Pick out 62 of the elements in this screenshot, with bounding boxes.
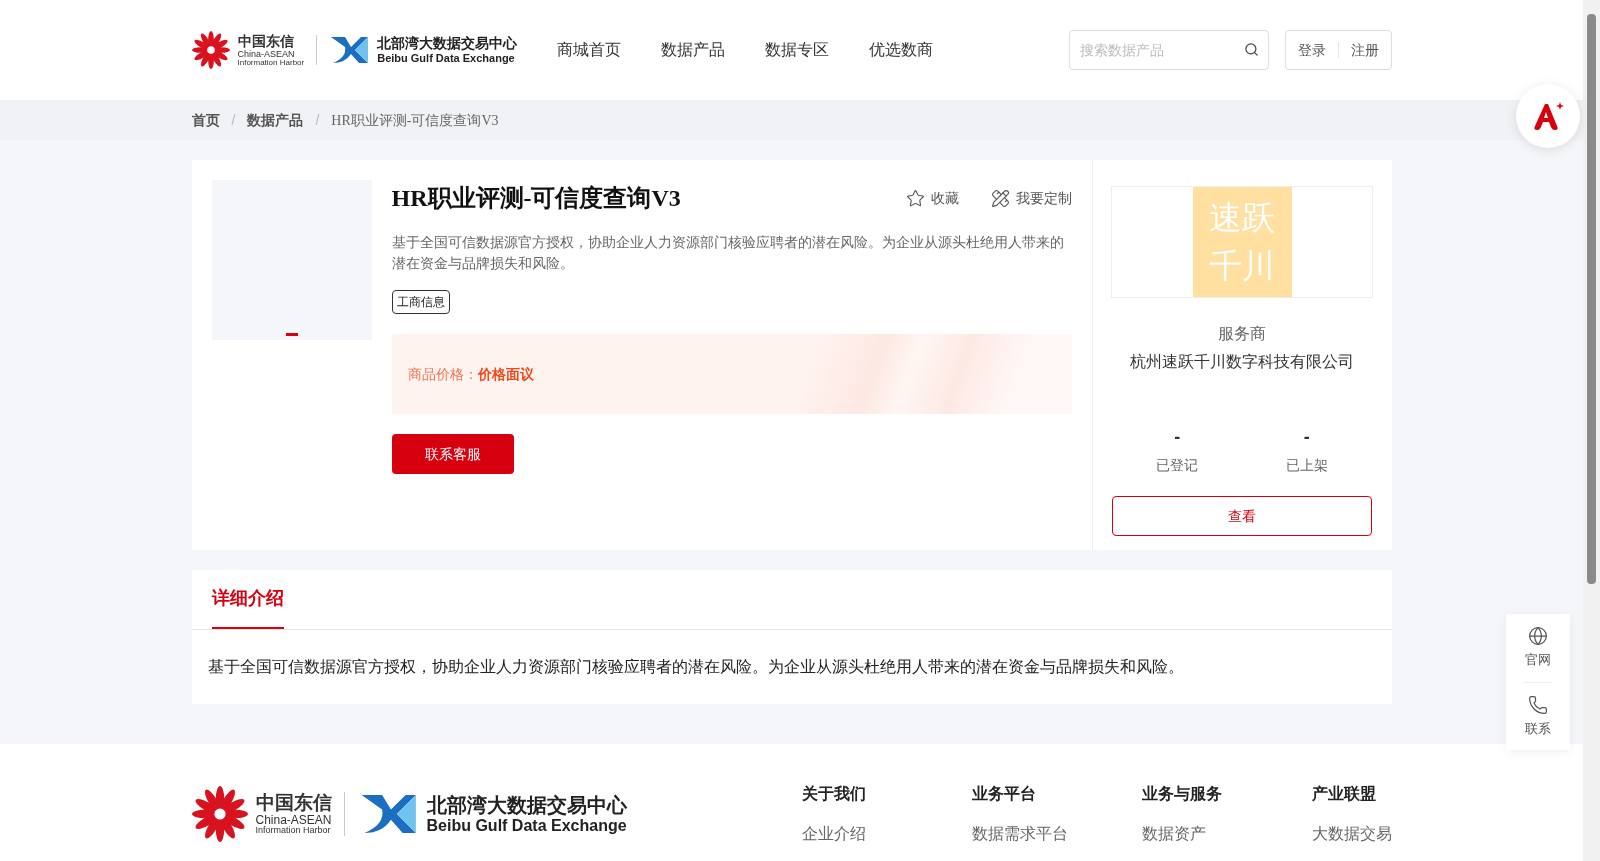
logo-text: 中国东信 — [237, 33, 295, 48]
nav-link[interactable]: 商城首页 — [557, 38, 622, 62]
login-link[interactable]: 登录 — [1297, 39, 1326, 61]
flower-logo-icon — [191, 786, 248, 842]
customize-button[interactable]: 我要定制 — [990, 187, 1072, 209]
side-tool-button[interactable]: 官网 — [1525, 626, 1551, 670]
phone-icon — [1528, 694, 1548, 715]
stat-label: 已上架 — [1285, 456, 1328, 475]
view-button[interactable]: 查看 — [1112, 496, 1372, 536]
breadcrumb-separator: / — [230, 110, 237, 130]
contact-service-button[interactable]: 联系客服 — [391, 434, 514, 474]
category-tag: 工商信息 — [391, 290, 450, 314]
logo-text: 速跃 — [1209, 197, 1275, 239]
footer-link[interactable]: 企业介绍 — [801, 822, 972, 846]
register-link[interactable]: 注册 — [1350, 39, 1379, 61]
logo-text: Beibu Gulf Data Exchange — [426, 817, 627, 834]
provider-name: 杭州速跃千川数字科技有限公司 — [1130, 352, 1354, 372]
logo-text: 中国东信 — [255, 793, 332, 812]
logo-text: China-ASEAN — [255, 814, 332, 826]
side-tool-button[interactable]: 联系 — [1525, 694, 1551, 738]
flower-logo-icon — [191, 31, 230, 69]
product-title: HR职业评测-可信度查询V3 — [391, 184, 681, 213]
logo-text: 北部湾大数据交易中心 — [426, 794, 627, 815]
footer-heading: 业务平台 — [971, 784, 1037, 804]
breadcrumb-link[interactable]: 首页 — [191, 109, 220, 131]
star-icon — [905, 188, 925, 208]
sparkle-letter-icon — [1531, 100, 1565, 132]
price-label: 商品价格： — [407, 364, 478, 384]
favorite-button[interactable]: 收藏 — [905, 187, 959, 209]
nav-link[interactable]: 数据产品 — [661, 38, 726, 62]
globe-icon — [1528, 626, 1548, 646]
logo-text: China-ASEAN — [237, 49, 296, 59]
stat-value: - — [1174, 426, 1181, 449]
detail-tab[interactable]: 详细介绍 — [211, 570, 284, 629]
footer-heading: 产业联盟 — [1311, 784, 1377, 804]
search-icon[interactable] — [1243, 42, 1259, 57]
product-description: 基于全国可信数据源官方授权，协助企业人力资源部门核验应聘者的潜在风险。为企业从源头杜绝用人带来的潜在资金与品牌损失和风险。 — [391, 233, 1065, 273]
footer-link[interactable]: 大数据交易 — [1311, 822, 1392, 846]
pencil-ruler-icon — [990, 188, 1010, 208]
provider-label: 服务商 — [1218, 324, 1266, 344]
logo-text: 千川 — [1209, 245, 1275, 287]
logo-text: 北部湾大数据交易中心 — [377, 36, 518, 50]
logo-text: Beibu Gulf Data Exchange — [377, 53, 516, 64]
breadcrumb-separator: / — [314, 110, 321, 130]
carousel-indicator[interactable] — [285, 333, 298, 336]
current-page-label: HR职业评测-可信度查询V3 — [331, 111, 499, 130]
nav-link[interactable]: 数据专区 — [765, 38, 830, 62]
footer-heading: 业务与服务 — [1141, 784, 1223, 804]
logo-text: Information Harbor — [237, 58, 305, 67]
stat-value: - — [1303, 426, 1310, 449]
footer-heading: 关于我们 — [801, 784, 867, 804]
stat-label: 已登记 — [1156, 456, 1199, 475]
nav-link[interactable]: 优选数商 — [869, 38, 934, 62]
price-value: 价格面议 — [477, 364, 534, 384]
footer-link[interactable]: 数据资产 — [1141, 822, 1312, 846]
search-field[interactable]: 搜索数据产品 — [1068, 30, 1269, 70]
detail-text: 基于全国可信数据源官方授权，协助企业人力资源部门核验应聘者的潜在风险。为企业从源头杜绝用人带来的潜在资金与品牌损失和风险。 — [206, 657, 1185, 677]
scrollbar[interactable] — [1583, 0, 1600, 861]
exchange-logo-icon — [329, 35, 370, 65]
footer-link[interactable]: 数据需求平台 — [971, 822, 1142, 846]
logo-text: Information Harbor — [255, 826, 332, 835]
breadcrumb-link[interactable]: 数据产品 — [247, 109, 304, 131]
